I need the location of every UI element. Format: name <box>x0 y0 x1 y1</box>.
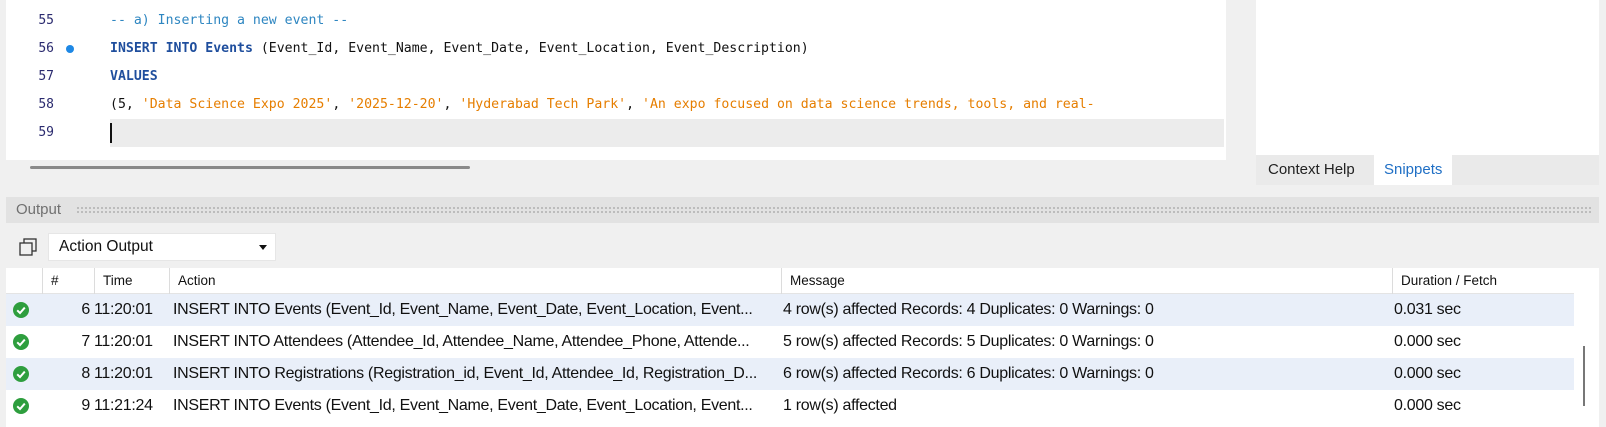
row-duration: 0.000 sec <box>1394 397 1461 414</box>
sql-text: , <box>332 97 349 112</box>
editor-line[interactable]: 57 VALUES <box>6 63 1224 91</box>
row-time: 11:21:24 <box>94 397 153 414</box>
code-text[interactable]: INSERT INTO Events (Event_Id, Event_Name… <box>110 35 1224 63</box>
drag-handle[interactable] <box>76 206 1591 214</box>
row-number: 7 <box>81 333 90 350</box>
text-caret <box>110 123 112 143</box>
current-line-highlight <box>110 119 1224 147</box>
check-circle-icon <box>13 366 29 382</box>
column-header-number[interactable]: # <box>42 268 94 294</box>
row-number: 9 <box>81 397 90 414</box>
side-panel-tabs: Context Help Snippets <box>1256 155 1599 185</box>
row-duration: 0.000 sec <box>1394 365 1461 382</box>
row-number: 6 <box>81 301 90 318</box>
editor-line[interactable]: 58 (5, 'Data Science Expo 2025', '2025-1… <box>6 91 1224 119</box>
row-message: 6 row(s) affected Records: 6 Duplicates:… <box>783 365 1154 382</box>
select-value: Action Output <box>59 238 153 255</box>
check-circle-icon <box>13 302 29 318</box>
line-number: 59 <box>38 125 54 140</box>
line-number: 55 <box>38 13 54 28</box>
sql-string: '2025-12-20' <box>348 97 444 112</box>
chevron-down-icon[interactable] <box>259 245 267 250</box>
output-toolbar: Action Output <box>6 228 1599 266</box>
line-number: 58 <box>38 97 54 112</box>
row-action: INSERT INTO Events (Event_Id, Event_Name… <box>173 301 753 318</box>
action-output-table[interactable]: # Time Action Message Duration / Fetch 6… <box>6 268 1599 427</box>
column-header-message[interactable]: Message <box>781 268 1392 294</box>
row-action: INSERT INTO Attendees (Attendee_Id, Atte… <box>173 333 750 350</box>
side-panel-content <box>1256 0 1599 155</box>
row-message: 5 row(s) affected Records: 5 Duplicates:… <box>783 333 1154 350</box>
table-row[interactable]: 6 11:20:01 INSERT INTO Events (Event_Id,… <box>6 294 1574 326</box>
sql-comment: -- a) Inserting a new event -- <box>110 13 349 28</box>
row-message: 1 row(s) affected <box>783 397 897 414</box>
output-type-select[interactable]: Action Output <box>48 233 276 261</box>
row-message: 4 row(s) affected Records: 4 Duplicates:… <box>783 301 1154 318</box>
code-text[interactable]: (5, 'Data Science Expo 2025', '2025-12-2… <box>110 91 1224 119</box>
output-title: Output <box>16 201 62 218</box>
check-circle-icon <box>13 334 29 350</box>
code-text[interactable]: VALUES <box>110 63 1224 91</box>
row-time: 11:20:01 <box>94 301 153 318</box>
row-action: INSERT INTO Registrations (Registration_… <box>173 365 757 382</box>
table-row[interactable]: 8 11:20:01 INSERT INTO Registrations (Re… <box>6 358 1574 390</box>
code-text[interactable]: -- a) Inserting a new event -- <box>110 7 1224 35</box>
sql-keyword: INSERT INTO Events <box>110 41 261 56</box>
sql-editor[interactable]: 55 -- a) Inserting a new event -- 56 INS… <box>6 0 1226 160</box>
line-number: 57 <box>38 69 54 84</box>
table-header: # Time Action Message Duration / Fetch <box>6 268 1574 294</box>
editor-line-current[interactable]: 59 <box>6 119 1224 147</box>
row-number: 8 <box>81 365 90 382</box>
vertical-scrollbar[interactable] <box>1583 346 1585 406</box>
sql-string: 'An expo focused on data science trends,… <box>642 97 1095 112</box>
sql-text: , <box>626 97 643 112</box>
scrollbar-thumb[interactable] <box>30 166 470 169</box>
sql-keyword: VALUES <box>110 69 158 84</box>
table-row[interactable]: 7 11:20:01 INSERT INTO Attendees (Attend… <box>6 326 1574 358</box>
sql-text: (Event_Id, Event_Name, Event_Date, Event… <box>260 41 809 56</box>
row-time: 11:20:01 <box>94 333 153 350</box>
row-action: INSERT INTO Events (Event_Id, Event_Name… <box>173 397 753 414</box>
table-row[interactable]: 9 11:21:24 INSERT INTO Events (Event_Id,… <box>6 390 1574 422</box>
copy-icon[interactable] <box>18 237 38 257</box>
tab-snippets[interactable]: Snippets <box>1374 155 1453 185</box>
column-header-action[interactable]: Action <box>169 268 781 294</box>
row-time: 11:20:01 <box>94 365 153 382</box>
sql-string: 'Hyderabad Tech Park' <box>459 97 627 112</box>
column-header-time[interactable]: Time <box>94 268 170 294</box>
column-header-duration[interactable]: Duration / Fetch <box>1392 268 1552 294</box>
check-circle-icon <box>13 398 29 414</box>
line-number: 56 <box>38 41 54 56</box>
breakpoint-icon[interactable] <box>66 45 74 53</box>
row-duration: 0.000 sec <box>1394 333 1461 350</box>
sql-text: , <box>443 97 460 112</box>
editor-line[interactable]: 56 INSERT INTO Events (Event_Id, Event_N… <box>6 35 1224 63</box>
editor-line[interactable]: 55 -- a) Inserting a new event -- <box>6 7 1224 35</box>
sql-string: 'Data Science Expo 2025' <box>141 97 333 112</box>
horizontal-scrollbar[interactable] <box>6 160 1226 172</box>
sql-text: (5, <box>110 97 142 112</box>
row-duration: 0.031 sec <box>1394 301 1461 318</box>
output-panel-header[interactable]: Output <box>6 197 1599 223</box>
tab-context-help[interactable]: Context Help <box>1258 155 1365 185</box>
